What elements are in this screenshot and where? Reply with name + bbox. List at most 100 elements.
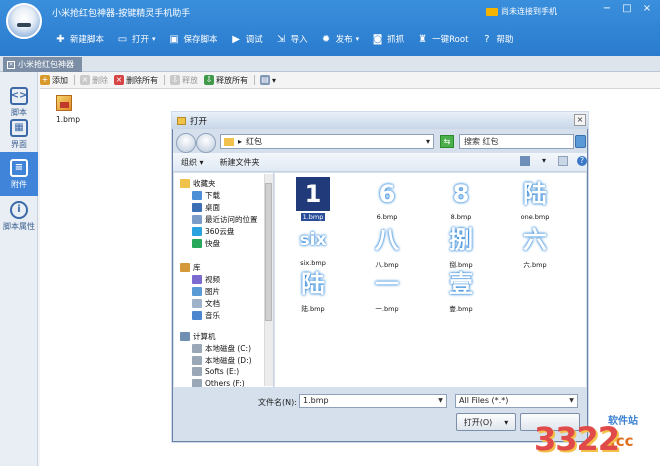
- delete-button[interactable]: × 删除: [80, 75, 108, 86]
- dialog-close-button[interactable]: ×: [574, 114, 586, 126]
- code-icon: <>: [10, 86, 28, 105]
- tree-item[interactable]: Softs (E:): [192, 367, 239, 376]
- tree-item[interactable]: 文档: [192, 298, 220, 309]
- tree-item[interactable]: 360云盘: [192, 226, 234, 237]
- tree-item[interactable]: 本地磁盘 (C:): [192, 343, 251, 354]
- address-bar[interactable]: ▸ 红包 ▾: [220, 134, 434, 149]
- maximize-button[interactable]: □: [620, 3, 634, 15]
- minimize-button[interactable]: −: [600, 3, 614, 15]
- file-name: 陆.bmp: [301, 305, 325, 313]
- folder-icon: ▭: [117, 33, 128, 45]
- tree-item[interactable]: 桌面: [192, 202, 220, 213]
- publish-button[interactable]: ✹ 发布 ▾: [320, 33, 359, 46]
- delete-all-button[interactable]: × 删除所有: [114, 75, 158, 86]
- camera-icon: ◙: [372, 33, 383, 45]
- tree-item-icon: [192, 215, 202, 224]
- chevron-down-icon[interactable]: ▾: [426, 137, 430, 146]
- new-folder-button[interactable]: 新建文件夹: [220, 157, 260, 168]
- file-item[interactable]: 八八.bmp: [353, 223, 421, 269]
- nav-attachment[interactable]: ≡ 附件: [0, 152, 38, 196]
- nav-interface[interactable]: ▦ 界面: [0, 112, 38, 156]
- tree-item[interactable]: 最近访问的位置: [192, 214, 258, 225]
- chevron-down-icon[interactable]: ▾: [504, 418, 508, 427]
- tree-item[interactable]: 库: [180, 262, 201, 273]
- new-script-label: 新建脚本: [70, 35, 105, 45]
- tree-item[interactable]: 下载: [192, 190, 220, 201]
- back-button[interactable]: [176, 133, 196, 153]
- chevron-down-icon[interactable]: ▾: [539, 156, 549, 166]
- play-icon: ▶: [232, 33, 240, 45]
- file-item[interactable]: 捌捌.bmp: [427, 223, 495, 269]
- tree-item[interactable]: Others (F:): [192, 379, 245, 387]
- file-item[interactable]: 陆陆.bmp: [279, 267, 347, 313]
- chevron-down-icon[interactable]: ▼: [436, 396, 445, 406]
- debug-button[interactable]: ▶ 调试: [230, 33, 263, 46]
- image-thumbnail: 陆: [523, 180, 547, 208]
- open-button[interactable]: ▭ 打开 ▾: [116, 33, 156, 46]
- help-button[interactable]: ? 帮助: [480, 33, 513, 46]
- attachment-name[interactable]: 1.bmp: [56, 115, 80, 124]
- close-icon[interactable]: ×: [7, 60, 15, 69]
- forward-button[interactable]: [196, 133, 216, 153]
- chevron-down-icon[interactable]: ▼: [567, 396, 576, 406]
- tree-item[interactable]: 视频: [192, 274, 220, 285]
- tree-item-label: 本地磁盘 (D:): [205, 356, 252, 365]
- release-all-button[interactable]: ⇩ 释放所有: [204, 75, 248, 86]
- tree-item[interactable]: 计算机: [180, 331, 216, 342]
- file-name: 六.bmp: [523, 261, 547, 269]
- new-script-button[interactable]: ✚ 新建脚本: [54, 33, 104, 46]
- add-label: 添加: [52, 75, 68, 85]
- root-button[interactable]: ♜ 一键Root: [416, 33, 468, 46]
- tree-item-label: 视频: [205, 275, 220, 284]
- add-button[interactable]: + 添加: [40, 75, 68, 86]
- scrollbar-thumb[interactable]: [265, 183, 272, 321]
- connection-status[interactable]: 尚未连接到手机: [486, 6, 557, 17]
- file-type-select[interactable]: All Files (*.*) ▼: [455, 394, 578, 408]
- nav-properties[interactable]: i 脚本属性: [0, 194, 38, 238]
- search-icon[interactable]: [575, 135, 586, 148]
- view-mode-icon[interactable]: [520, 156, 530, 166]
- tree-item[interactable]: 图片: [192, 286, 220, 297]
- capture-button[interactable]: ◙ 抓抓: [371, 33, 404, 46]
- folder-icon: [177, 116, 186, 125]
- filename-label: 文件名(N):: [258, 398, 297, 407]
- file-name: 壹.bmp: [449, 305, 473, 313]
- save-script-button[interactable]: ▣ 保存脚本: [168, 33, 217, 46]
- avatar[interactable]: [6, 3, 42, 39]
- image-thumbnail: 1: [296, 177, 330, 211]
- path-separator: ▸: [238, 137, 243, 146]
- watermark-site: 软件站: [608, 416, 638, 427]
- tree-item[interactable]: 快盘: [192, 238, 220, 249]
- tree-item[interactable]: 音乐: [192, 310, 220, 321]
- open-button[interactable]: 打开(O) ▾: [456, 413, 516, 431]
- tree-item-icon: [180, 263, 190, 272]
- organize-button[interactable]: 组织 ▾: [181, 157, 204, 168]
- refresh-button[interactable]: ⇆: [440, 135, 454, 148]
- file-item[interactable]: 8 8.bmp: [427, 177, 495, 221]
- file-item[interactable]: 6 6.bmp: [353, 177, 421, 221]
- search-input[interactable]: 搜索 红包: [459, 134, 574, 149]
- tree-item-icon: [192, 356, 202, 365]
- help-icon[interactable]: ?: [577, 156, 587, 166]
- tree-item-label: 本地磁盘 (C:): [205, 344, 251, 353]
- pane-icon[interactable]: [558, 156, 568, 166]
- debug-label: 调试: [245, 35, 263, 45]
- tree-item[interactable]: 本地磁盘 (D:): [192, 355, 252, 366]
- tab-script[interactable]: × 小米抢红包神器: [3, 57, 82, 72]
- file-item[interactable]: 六六.bmp: [501, 223, 569, 269]
- image-file-icon[interactable]: [56, 95, 72, 111]
- file-item[interactable]: 壹壹.bmp: [427, 267, 495, 313]
- release-button[interactable]: ⇩ 释放: [170, 75, 198, 86]
- image-thumbnail: six: [299, 230, 327, 250]
- filename-input[interactable]: 1.bmp ▼: [299, 394, 447, 408]
- import-button[interactable]: ⇲ 导入: [275, 33, 308, 46]
- file-item[interactable]: 一一.bmp: [353, 267, 421, 313]
- tree-item-label: 快盘: [205, 239, 220, 248]
- view-button[interactable]: ▤ ▾: [260, 75, 276, 85]
- file-item[interactable]: six six.bmp: [279, 223, 347, 267]
- chevron-down-icon: ▾: [272, 75, 277, 85]
- close-button[interactable]: ×: [640, 3, 654, 15]
- file-item[interactable]: 1 1.bmp: [279, 177, 347, 221]
- tree-item[interactable]: 收藏夹: [180, 178, 216, 189]
- file-item[interactable]: 陆 one.bmp: [501, 177, 569, 221]
